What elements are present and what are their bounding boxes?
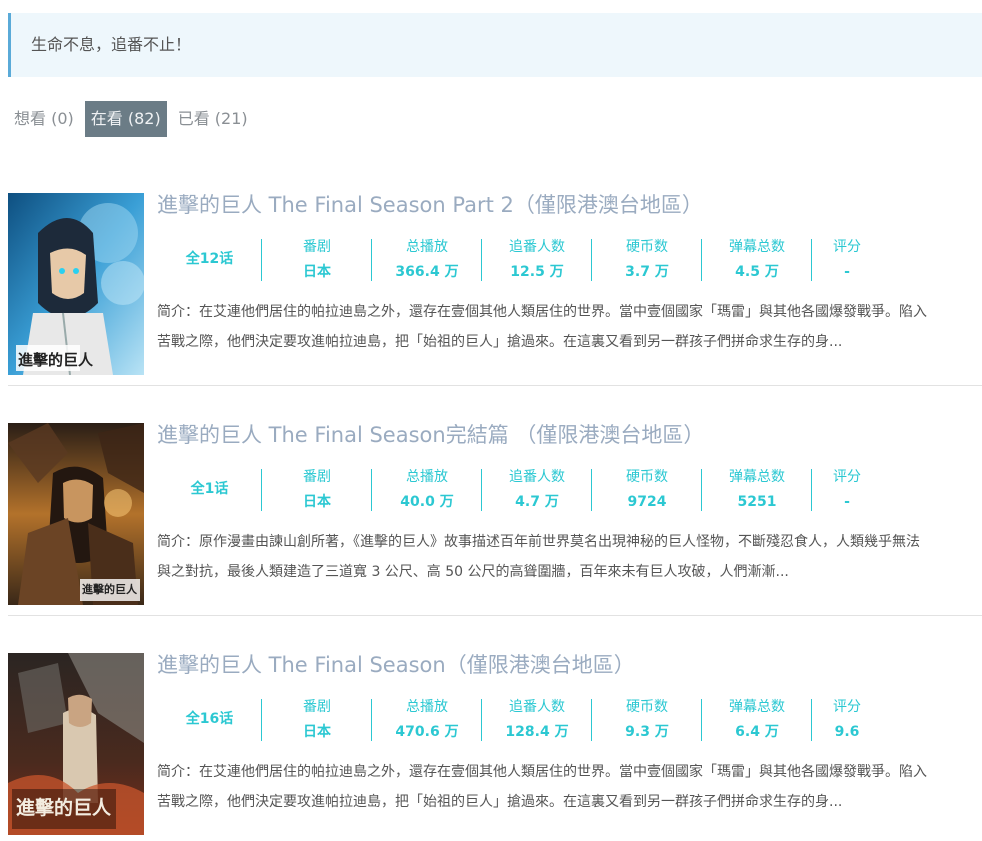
stat-episodes: 全1话 xyxy=(157,467,262,511)
stat-area: 番剧 日本 xyxy=(262,697,372,741)
stat-score: 评分 - xyxy=(812,467,882,511)
plays-label: 总播放 xyxy=(406,239,448,255)
coins-label: 硬币数 xyxy=(626,469,668,485)
coins-label: 硬币数 xyxy=(626,699,668,715)
status-tabs: 想看 (0) 在看 (82) 已看 (21) xyxy=(8,101,259,137)
description-line: 简介：在艾連他們居住的帕拉迪島之外，還存在壹個其他人類居住的世界。當中壹個國家「… xyxy=(157,304,927,320)
stat-plays: 总播放 470.6 万 xyxy=(372,697,482,741)
notice-banner: 生命不息，追番不止！ xyxy=(8,13,982,77)
stat-episodes: 全16话 xyxy=(157,697,262,741)
bangumi-item: 進擊的巨人 進擊的巨人 The Final Season完結篇 （僅限港澳台地區… xyxy=(8,423,982,643)
danmaku-label: 弹幕总数 xyxy=(729,469,785,485)
episodes-value: 全12话 xyxy=(185,251,234,267)
score-label: 评分 xyxy=(833,469,861,485)
score-value: - xyxy=(844,494,850,510)
description-line: 苦戰之際，他們決定要攻進帕拉迪島，把「始祖的巨人」搶過來。在這裏又看到另一群孩子… xyxy=(157,334,843,350)
episodes-value: 全1话 xyxy=(190,481,229,497)
cover-logo: 進擊的巨人 xyxy=(16,797,112,819)
stat-coins: 硬币数 9.3 万 xyxy=(592,697,702,741)
description-line: 苦戰之際，他們決定要攻進帕拉迪島，把「始祖的巨人」搶過來。在這裏又看到另一群孩子… xyxy=(157,794,843,810)
follows-label: 追番人数 xyxy=(509,469,565,485)
danmaku-value: 4.5 万 xyxy=(735,264,779,280)
score-label: 评分 xyxy=(833,239,861,255)
area-label: 番剧 xyxy=(303,239,331,255)
stat-danmaku: 弹幕总数 6.4 万 xyxy=(702,697,812,741)
area-label: 番剧 xyxy=(303,469,331,485)
danmaku-label: 弹幕总数 xyxy=(729,239,785,255)
score-value: 9.6 xyxy=(834,724,860,740)
danmaku-value: 6.4 万 xyxy=(735,724,779,740)
stat-plays: 总播放 40.0 万 xyxy=(372,467,482,511)
stat-follows: 追番人数 128.4 万 xyxy=(482,697,592,741)
stat-follows: 追番人数 12.5 万 xyxy=(482,237,592,281)
description-line: 與之對抗，最後人類建造了三道寬 3 公尺、高 50 公尺的高聳圍牆，百年來未有巨… xyxy=(157,564,789,580)
notice-text: 生命不息，追番不止！ xyxy=(31,35,192,54)
plays-value: 366.4 万 xyxy=(395,264,459,280)
danmaku-label: 弹幕总数 xyxy=(729,699,785,715)
description-line: 简介：在艾連他們居住的帕拉迪島之外，還存在壹個其他人類居住的世界。當中壹個國家「… xyxy=(157,764,927,780)
bangumi-description: 简介：原作漫畫由諫山創所著，《進擊的巨人》故事描述百年前世界莫名出現神秘的巨人怪… xyxy=(157,527,979,587)
stats-row: 全12话 番剧 日本 总播放 366.4 万 追番人数 12.5 万 硬币数 3… xyxy=(157,237,882,281)
bangumi-item: 進擊的巨人 進擊的巨人 The Final Season（僅限港澳台地區） 全1… xyxy=(8,653,982,841)
bangumi-item: 進擊的巨人 進擊的巨人 The Final Season Part 2（僅限港澳… xyxy=(8,193,982,413)
item-divider xyxy=(8,615,982,616)
danmaku-value: 5251 xyxy=(737,494,777,510)
stat-danmaku: 弹幕总数 5251 xyxy=(702,467,812,511)
plays-label: 总播放 xyxy=(406,469,448,485)
follows-label: 追番人数 xyxy=(509,239,565,255)
coins-label: 硬币数 xyxy=(626,239,668,255)
item-divider xyxy=(8,385,982,386)
score-value: - xyxy=(844,264,850,280)
plays-label: 总播放 xyxy=(406,699,448,715)
area-value: 日本 xyxy=(303,724,331,740)
bangumi-title[interactable]: 進擊的巨人 The Final Season Part 2（僅限港澳台地區） xyxy=(157,193,703,217)
cover-image[interactable]: 進擊的巨人 xyxy=(8,193,144,375)
stat-coins: 硬币数 9724 xyxy=(592,467,702,511)
follows-label: 追番人数 xyxy=(509,699,565,715)
stat-coins: 硬币数 3.7 万 xyxy=(592,237,702,281)
stat-plays: 总播放 366.4 万 xyxy=(372,237,482,281)
stats-row: 全16话 番剧 日本 总播放 470.6 万 追番人数 128.4 万 硬币数 … xyxy=(157,697,882,741)
stats-row: 全1话 番剧 日本 总播放 40.0 万 追番人数 4.7 万 硬币数 9724… xyxy=(157,467,882,511)
cover-logo: 進擊的巨人 xyxy=(82,583,137,596)
stat-score: 评分 - xyxy=(812,237,882,281)
bangumi-title[interactable]: 進擊的巨人 The Final Season（僅限港澳台地區） xyxy=(157,653,635,677)
bangumi-description: 简介：在艾連他們居住的帕拉迪島之外，還存在壹個其他人類居住的世界。當中壹個國家「… xyxy=(157,757,979,817)
cover-image[interactable]: 進擊的巨人 xyxy=(8,653,144,835)
plays-value: 470.6 万 xyxy=(395,724,459,740)
coins-value: 9.3 万 xyxy=(625,724,669,740)
description-line: 简介：原作漫畫由諫山創所著，《進擊的巨人》故事描述百年前世界莫名出現神秘的巨人怪… xyxy=(157,534,920,550)
follows-value: 12.5 万 xyxy=(510,264,564,280)
coins-value: 3.7 万 xyxy=(625,264,669,280)
area-value: 日本 xyxy=(303,264,331,280)
tab-watching[interactable]: 在看 (82) xyxy=(84,101,167,137)
cover-logo: 進擊的巨人 xyxy=(18,351,94,369)
episodes-value: 全16话 xyxy=(185,711,234,727)
area-label: 番剧 xyxy=(303,699,331,715)
bangumi-description: 简介：在艾連他們居住的帕拉迪島之外，還存在壹個其他人類居住的世界。當中壹個國家「… xyxy=(157,297,979,357)
cover-image[interactable]: 進擊的巨人 xyxy=(8,423,144,605)
stat-area: 番剧 日本 xyxy=(262,467,372,511)
area-value: 日本 xyxy=(303,494,331,510)
follows-value: 128.4 万 xyxy=(505,724,569,740)
stat-score: 评分 9.6 xyxy=(812,697,882,741)
tab-want[interactable]: 想看 (0) xyxy=(8,101,80,137)
stat-danmaku: 弹幕总数 4.5 万 xyxy=(702,237,812,281)
score-label: 评分 xyxy=(833,699,861,715)
plays-value: 40.0 万 xyxy=(400,494,454,510)
stat-episodes: 全12话 xyxy=(157,237,262,281)
tab-watched[interactable]: 已看 (21) xyxy=(172,101,254,137)
bangumi-title[interactable]: 進擊的巨人 The Final Season完結篇 （僅限港澳台地區） xyxy=(157,423,704,447)
stat-area: 番剧 日本 xyxy=(262,237,372,281)
stat-follows: 追番人数 4.7 万 xyxy=(482,467,592,511)
coins-value: 9724 xyxy=(627,494,667,510)
follows-value: 4.7 万 xyxy=(515,494,559,510)
